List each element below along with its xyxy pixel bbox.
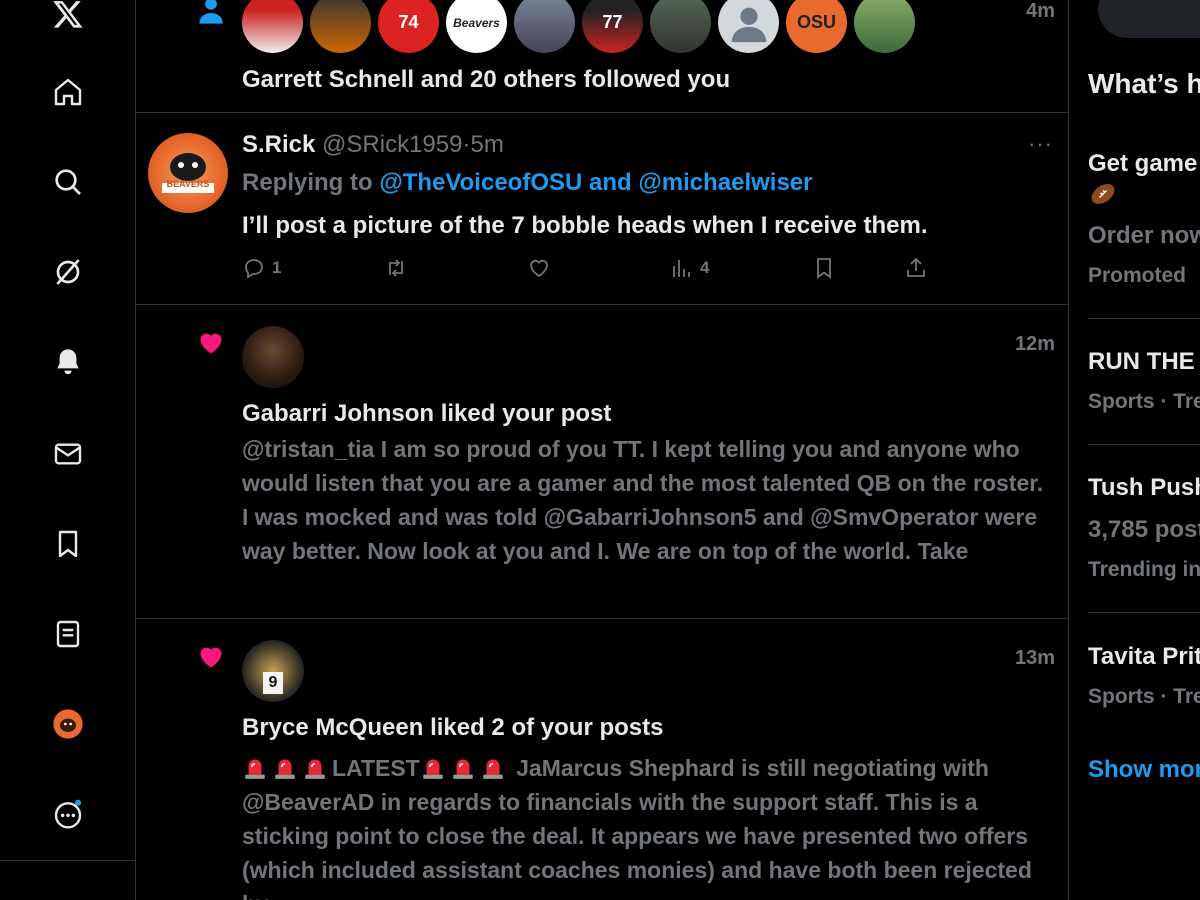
profile-avatar[interactable] xyxy=(48,704,88,744)
reply-icon xyxy=(245,259,263,279)
heart-icon xyxy=(200,333,222,354)
grok-icon[interactable] xyxy=(48,252,88,292)
right-sidebar: What’s happening Get game Order now Prom… xyxy=(1070,0,1200,900)
follower-avatar[interactable] xyxy=(514,0,575,53)
search-input[interactable] xyxy=(1098,0,1200,38)
follow-notification-text: Garrett Schnell and 20 others followed y… xyxy=(242,66,731,93)
share-icon xyxy=(907,257,925,277)
follower-avatars: 74 Beavers 77 OSU xyxy=(242,0,915,53)
tweet-header: S.Rick @SRick1959·5m xyxy=(242,131,504,158)
siren-emoji-icon xyxy=(305,759,325,779)
replying-to-users[interactable]: @TheVoiceofOSU and @michaelwiser xyxy=(379,169,812,196)
default-avatar-icon[interactable] xyxy=(718,0,779,53)
like-notification[interactable]: 9 13m Bryce McQueen liked 2 of your post… xyxy=(136,619,1068,900)
like-notification-title: Bryce McQueen liked 2 of your posts xyxy=(242,714,664,741)
repost-icon xyxy=(389,259,403,277)
tweet-time[interactable]: 5m xyxy=(470,131,503,158)
person-follow-icon xyxy=(199,0,223,24)
show-more-link[interactable]: Show more xyxy=(1088,756,1200,784)
like-button[interactable] xyxy=(527,256,551,280)
bookmark-icon[interactable] xyxy=(48,524,88,564)
replying-to: Replying to @TheVoiceofOSU and @michaelw… xyxy=(242,169,813,196)
follower-avatar[interactable] xyxy=(650,0,711,53)
follower-avatar[interactable] xyxy=(310,0,371,53)
messages-mail-icon[interactable] xyxy=(48,434,88,474)
liker-avatar[interactable]: 9 xyxy=(242,640,304,702)
follower-avatar[interactable]: 77 xyxy=(582,0,643,53)
siren-emoji-icon xyxy=(275,759,295,779)
follower-avatar[interactable] xyxy=(854,0,915,53)
author-name[interactable]: S.Rick xyxy=(242,131,315,158)
notification-time: 4m xyxy=(1026,0,1055,22)
home-icon[interactable] xyxy=(48,72,88,112)
reply-tweet[interactable]: BEAVERS S.Rick @SRick1959·5m ··· Replyin… xyxy=(136,113,1068,305)
x-logo-icon[interactable] xyxy=(48,0,88,34)
more-options-icon[interactable] xyxy=(48,794,88,834)
liked-post-text: @tristan_tia I am so proud of you TT. I … xyxy=(242,436,1044,564)
siren-emoji-icon xyxy=(422,759,443,779)
bookmark-icon xyxy=(817,258,831,279)
football-emoji-icon xyxy=(1091,184,1115,204)
notification-time: 12m xyxy=(1014,333,1055,355)
notification-time: 13m xyxy=(1014,647,1055,669)
views-button[interactable]: 4 xyxy=(670,256,709,280)
reply-button[interactable]: 1 xyxy=(242,256,281,280)
follower-avatar[interactable] xyxy=(242,0,303,53)
tweet-author-avatar[interactable]: BEAVERS xyxy=(148,133,228,213)
divider xyxy=(1088,318,1200,319)
divider xyxy=(1088,444,1200,445)
tweet-text: I’ll post a picture of the 7 bobble head… xyxy=(242,212,928,239)
liked-post-text: LATEST JaMarcus Shephard is still negoti… xyxy=(242,755,1032,900)
follow-notification[interactable]: 74 Beavers 77 OSU 4m Garrett Schnell and… xyxy=(136,0,1068,113)
like-notification[interactable]: 12m Gabarri Johnson liked your post @tri… xyxy=(136,305,1068,619)
whats-happening-heading: What’s happening xyxy=(1088,68,1200,99)
follower-avatar[interactable]: 74 xyxy=(378,0,439,53)
follower-avatar[interactable]: OSU xyxy=(786,0,847,53)
like-icon xyxy=(530,259,548,278)
more-options-button[interactable]: ··· xyxy=(1028,131,1053,157)
siren-emoji-icon xyxy=(245,759,265,779)
siren-emoji-icon xyxy=(482,759,503,779)
nav-divider xyxy=(0,860,136,861)
like-notification-title: Gabarri Johnson liked your post xyxy=(242,400,612,427)
heart-icon xyxy=(200,647,222,668)
left-navigation xyxy=(0,0,136,900)
divider xyxy=(1088,612,1200,613)
liker-avatar[interactable] xyxy=(242,326,304,388)
repost-button[interactable] xyxy=(384,256,408,280)
follower-avatar[interactable]: Beavers xyxy=(446,0,507,53)
bookmark-button[interactable] xyxy=(812,256,836,280)
lists-icon[interactable] xyxy=(48,614,88,654)
share-button[interactable] xyxy=(904,256,928,280)
siren-emoji-icon xyxy=(452,759,473,779)
search-icon[interactable] xyxy=(48,162,88,202)
author-handle[interactable]: @SRick1959 xyxy=(322,131,462,158)
notifications-bell-icon[interactable] xyxy=(48,342,88,382)
views-icon xyxy=(673,260,690,277)
notifications-timeline: 74 Beavers 77 OSU 4m Garrett Schnell and… xyxy=(136,0,1069,900)
